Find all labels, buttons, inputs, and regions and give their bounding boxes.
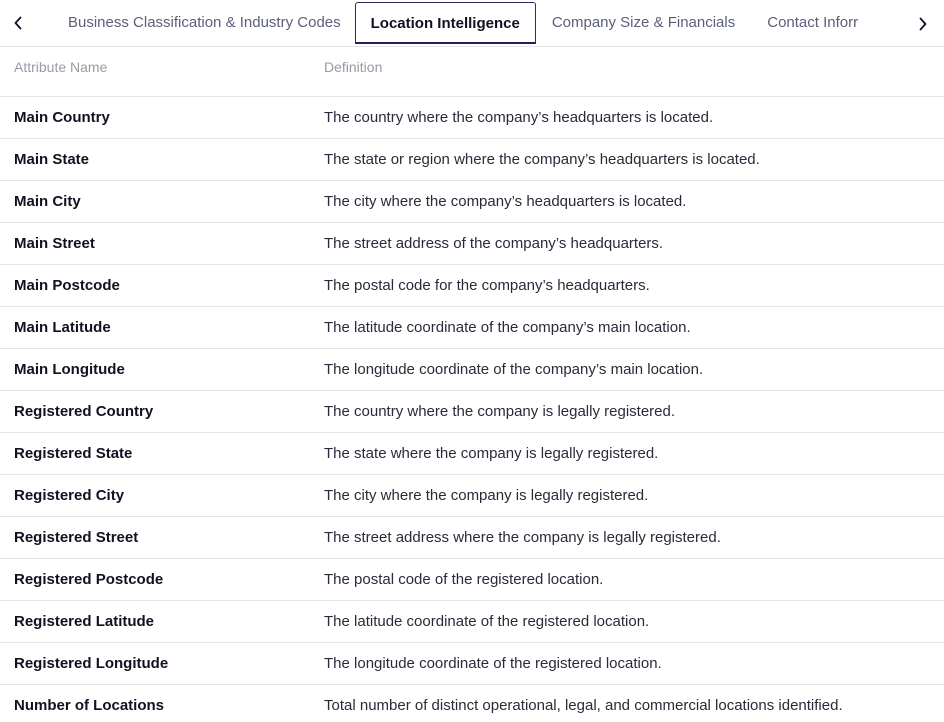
definition-cell: The state or region where the company’s … [310,138,944,181]
table-row: Registered Street The street address wher… [0,516,944,559]
tabs-scroll-left-button[interactable] [0,0,36,46]
definition-cell: Total number of distinct operational, le… [310,684,944,722]
table-row: Main Latitude The latitude coordinate of … [0,306,944,349]
table-row: Registered Latitude The latitude coordina… [0,600,944,643]
definition-cell: The postal code of the registered locati… [310,558,944,601]
table-row: Main City The city where the company’s he… [0,180,944,223]
attribute-name-cell: Registered State [0,432,310,475]
table-header-row: Attribute Name Definition [0,47,944,97]
definition-cell: The street address where the company is … [310,516,944,559]
attributes-table: Attribute Name Definition Main Country Th… [0,47,944,722]
table-row: Main Street The street address of the com… [0,222,944,265]
table-row: Number of Locations Total number of disti… [0,684,944,722]
table-row: Registered State The state where the comp… [0,432,944,475]
attribute-name-cell: Main Street [0,222,310,265]
definition-cell: The street address of the company’s head… [310,222,944,265]
attribute-name-cell: Main City [0,180,310,223]
definition-cell: The longitude coordinate of the register… [310,642,944,685]
tab-contact-information[interactable]: Contact Inforr [751,2,874,44]
attribute-name-cell: Main Country [0,96,310,139]
table-row: Main Longitude The longitude coordinate o… [0,348,944,391]
tab-location-intelligence[interactable]: Location Intelligence [354,2,536,44]
attribute-name-cell: Main Latitude [0,306,310,349]
table-row: Main Postcode The postal code for the com… [0,264,944,307]
chevron-right-icon [918,17,928,31]
definition-cell: The country where the company’s headquar… [310,96,944,139]
table-row: Registered Postcode The postal code of th… [0,558,944,601]
attribute-name-cell: Main Longitude [0,348,310,391]
attribute-name-cell: Registered City [0,474,310,517]
table-row: Main Country The country where the compan… [0,96,944,139]
column-header-definition: Definition [310,47,944,97]
attribute-name-cell: Registered Street [0,516,310,559]
table-body: Main Country The country where the compan… [0,96,944,722]
definition-cell: The city where the company’s headquarter… [310,180,944,223]
attribute-name-cell: Registered Country [0,390,310,433]
tab-bar: Business Classification & Industry Codes… [0,0,944,47]
table-row: Registered Country The country where the … [0,390,944,433]
tabs-scroll-right-button[interactable] [902,0,944,46]
definition-cell: The state where the company is legally r… [310,432,944,475]
column-header-attribute-name: Attribute Name [0,47,310,97]
attribute-name-cell: Registered Latitude [0,600,310,643]
attribute-name-cell: Registered Postcode [0,558,310,601]
tab-company-size-financials[interactable]: Company Size & Financials [536,2,751,44]
tab-list: Business Classification & Industry Codes… [36,0,874,46]
attribute-name-cell: Number of Locations [0,684,310,722]
table-row: Main State The state or region where the … [0,138,944,181]
tab-business-classification[interactable]: Business Classification & Industry Codes [36,2,355,44]
definition-cell: The city where the company is legally re… [310,474,944,517]
attribute-name-cell: Main State [0,138,310,181]
definition-cell: The postal code for the company’s headqu… [310,264,944,307]
attribute-name-cell: Main Postcode [0,264,310,307]
definition-cell: The longitude coordinate of the company’… [310,348,944,391]
definition-cell: The latitude coordinate of the registere… [310,600,944,643]
definition-cell: The country where the company is legally… [310,390,944,433]
chevron-left-icon [13,16,23,30]
attribute-name-cell: Registered Longitude [0,642,310,685]
table-row: Registered City The city where the compan… [0,474,944,517]
definition-cell: The latitude coordinate of the company’s… [310,306,944,349]
table-row: Registered Longitude The longitude coordi… [0,642,944,685]
